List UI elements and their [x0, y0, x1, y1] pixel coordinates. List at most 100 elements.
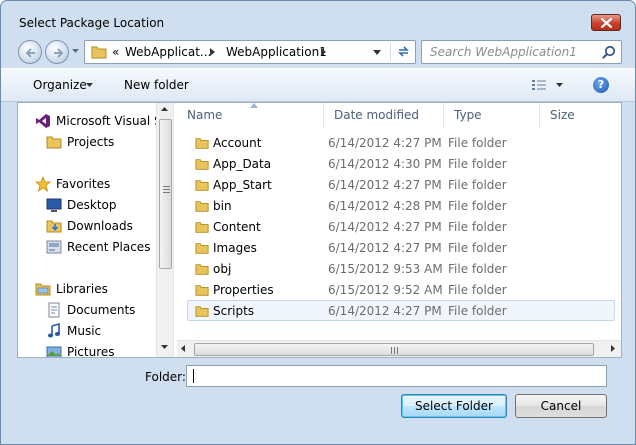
nav-item-recent-places[interactable]: Recent Places	[18, 237, 173, 257]
music-icon	[47, 323, 61, 338]
scroll-up-arrow-icon[interactable]	[161, 107, 168, 111]
file-row[interactable]: Content 6/14/2012 4:27 PM File folder	[187, 216, 615, 237]
address-overflow-chevron[interactable]: «	[112, 45, 119, 59]
nav-item-libraries[interactable]: Libraries	[18, 279, 173, 299]
scrollbar-thumb[interactable]	[159, 119, 172, 269]
scroll-down-arrow-icon[interactable]	[161, 345, 168, 349]
libraries-icon	[35, 283, 51, 296]
nav-item-downloads[interactable]: Downloads	[18, 216, 173, 236]
search-box[interactable]: Search WebApplication1	[421, 40, 622, 64]
browser-content: Microsoft Visual St Projects Favorites D…	[17, 102, 622, 358]
breadcrumb-segment[interactable]: WebApplication1	[226, 45, 327, 59]
file-date: 6/14/2012 4:30 PM	[328, 157, 442, 171]
nav-item-label: Projects	[67, 135, 115, 149]
refresh-icon	[398, 46, 409, 57]
file-name: obj	[213, 262, 232, 276]
file-type: File folder	[448, 199, 507, 213]
file-row[interactable]: obj 6/15/2012 9:53 AM File folder	[187, 258, 615, 279]
file-row[interactable]: Images 6/14/2012 4:27 PM File folder	[187, 237, 615, 258]
file-row[interactable]: App_Data 6/14/2012 4:30 PM File folder	[187, 153, 615, 174]
title-bar[interactable]: Select Package Location	[1, 1, 635, 37]
column-label: Name	[187, 108, 223, 122]
scroll-left-arrow-icon[interactable]	[181, 345, 185, 352]
scroll-right-arrow-icon[interactable]	[611, 345, 615, 352]
file-date: 6/14/2012 4:27 PM	[328, 304, 442, 318]
column-type[interactable]: Type	[444, 103, 540, 127]
file-row[interactable]: bin 6/14/2012 4:28 PM File folder	[187, 195, 615, 216]
visual-studio-icon	[36, 114, 50, 128]
nav-item-desktop[interactable]: Desktop	[18, 195, 173, 215]
back-button[interactable]	[18, 40, 42, 64]
file-date: 6/14/2012 4:28 PM	[328, 199, 442, 213]
breadcrumb-arrow-icon[interactable]	[321, 48, 326, 56]
select-folder-button[interactable]: Select Folder	[401, 394, 507, 418]
forward-button[interactable]	[45, 40, 69, 64]
column-label: Size	[550, 108, 575, 122]
nav-item-music[interactable]: Music	[18, 321, 173, 341]
file-type: File folder	[448, 220, 507, 234]
folder-icon	[195, 180, 209, 191]
new-folder-button[interactable]: New folder	[124, 78, 189, 92]
file-name: App_Start	[213, 178, 272, 192]
file-row[interactable]: App_Start 6/14/2012 4:27 PM File folder	[187, 174, 615, 195]
file-row-selected[interactable]: Scripts 6/14/2012 4:27 PM File folder	[187, 300, 615, 321]
view-options-dropdown-icon[interactable]	[556, 83, 563, 87]
text-caret	[193, 369, 194, 383]
nav-item-label: Pictures	[67, 345, 115, 357]
file-name: Scripts	[213, 304, 255, 318]
file-list-horizontal-scrollbar[interactable]	[177, 340, 621, 357]
nav-item-label: Libraries	[56, 282, 108, 296]
cancel-button[interactable]: Cancel	[515, 394, 607, 418]
change-view-icon[interactable]	[531, 79, 547, 91]
sort-ascending-icon	[250, 103, 258, 108]
nav-item-favorites[interactable]: Favorites	[18, 174, 173, 194]
column-header: Name Date modified Type Size	[177, 103, 621, 127]
search-icon[interactable]	[602, 45, 616, 59]
recent-pages-dropdown-icon[interactable]	[72, 49, 79, 53]
file-date: 6/14/2012 4:27 PM	[328, 178, 442, 192]
column-date-modified[interactable]: Date modified	[324, 103, 444, 127]
file-row[interactable]: Properties 6/15/2012 9:52 AM File folder	[187, 279, 615, 300]
nav-item-pictures[interactable]: Pictures	[18, 342, 173, 357]
nav-item-documents[interactable]: Documents	[18, 300, 173, 320]
file-name: Account	[213, 136, 262, 150]
folder-icon	[195, 285, 209, 296]
nav-item-visual-studio[interactable]: Microsoft Visual St	[18, 111, 173, 131]
close-button[interactable]	[591, 14, 621, 31]
address-history-dropdown-icon[interactable]	[373, 50, 381, 55]
nav-item-projects[interactable]: Projects	[18, 132, 173, 152]
breadcrumb-segment[interactable]: WebApplicat...	[125, 45, 211, 59]
file-list-pane: Name Date modified Type Size Account 6/1…	[177, 103, 621, 357]
folder-icon	[195, 306, 209, 317]
folder-icon	[195, 243, 209, 254]
nav-item-label: Downloads	[67, 219, 133, 233]
column-size[interactable]: Size	[540, 103, 621, 127]
breadcrumb-arrow-icon[interactable]	[210, 48, 215, 56]
organize-menu[interactable]: Organize	[33, 78, 87, 92]
folder-name-input[interactable]	[186, 365, 607, 387]
file-type: File folder	[448, 157, 507, 171]
column-label: Type	[454, 108, 482, 122]
file-date: 6/14/2012 4:27 PM	[328, 220, 442, 234]
address-bar[interactable]: « WebApplicat... WebApplication1	[84, 40, 416, 64]
navigation-pane-scrollbar[interactable]	[156, 103, 173, 357]
file-name: Properties	[213, 283, 274, 297]
back-arrow-icon	[25, 48, 35, 58]
file-date: 6/15/2012 9:53 AM	[328, 262, 443, 276]
organize-dropdown-icon[interactable]	[86, 83, 93, 87]
close-icon	[601, 18, 612, 28]
documents-icon	[48, 302, 60, 318]
column-name[interactable]: Name	[177, 103, 324, 127]
downloads-icon	[46, 220, 62, 233]
file-type: File folder	[448, 304, 507, 318]
help-icon[interactable]: ?	[593, 77, 609, 93]
window-title: Select Package Location	[19, 16, 165, 30]
folder-icon	[195, 264, 209, 275]
nav-item-label: Music	[67, 324, 102, 338]
file-date: 6/15/2012 9:52 AM	[328, 283, 443, 297]
dialog-window: Select Package Location « WebApplicat...…	[0, 0, 636, 445]
scrollbar-thumb[interactable]	[194, 343, 594, 356]
file-row[interactable]: Account 6/14/2012 4:27 PM File folder	[187, 132, 615, 153]
file-type: File folder	[448, 283, 507, 297]
refresh-button[interactable]	[390, 43, 414, 61]
